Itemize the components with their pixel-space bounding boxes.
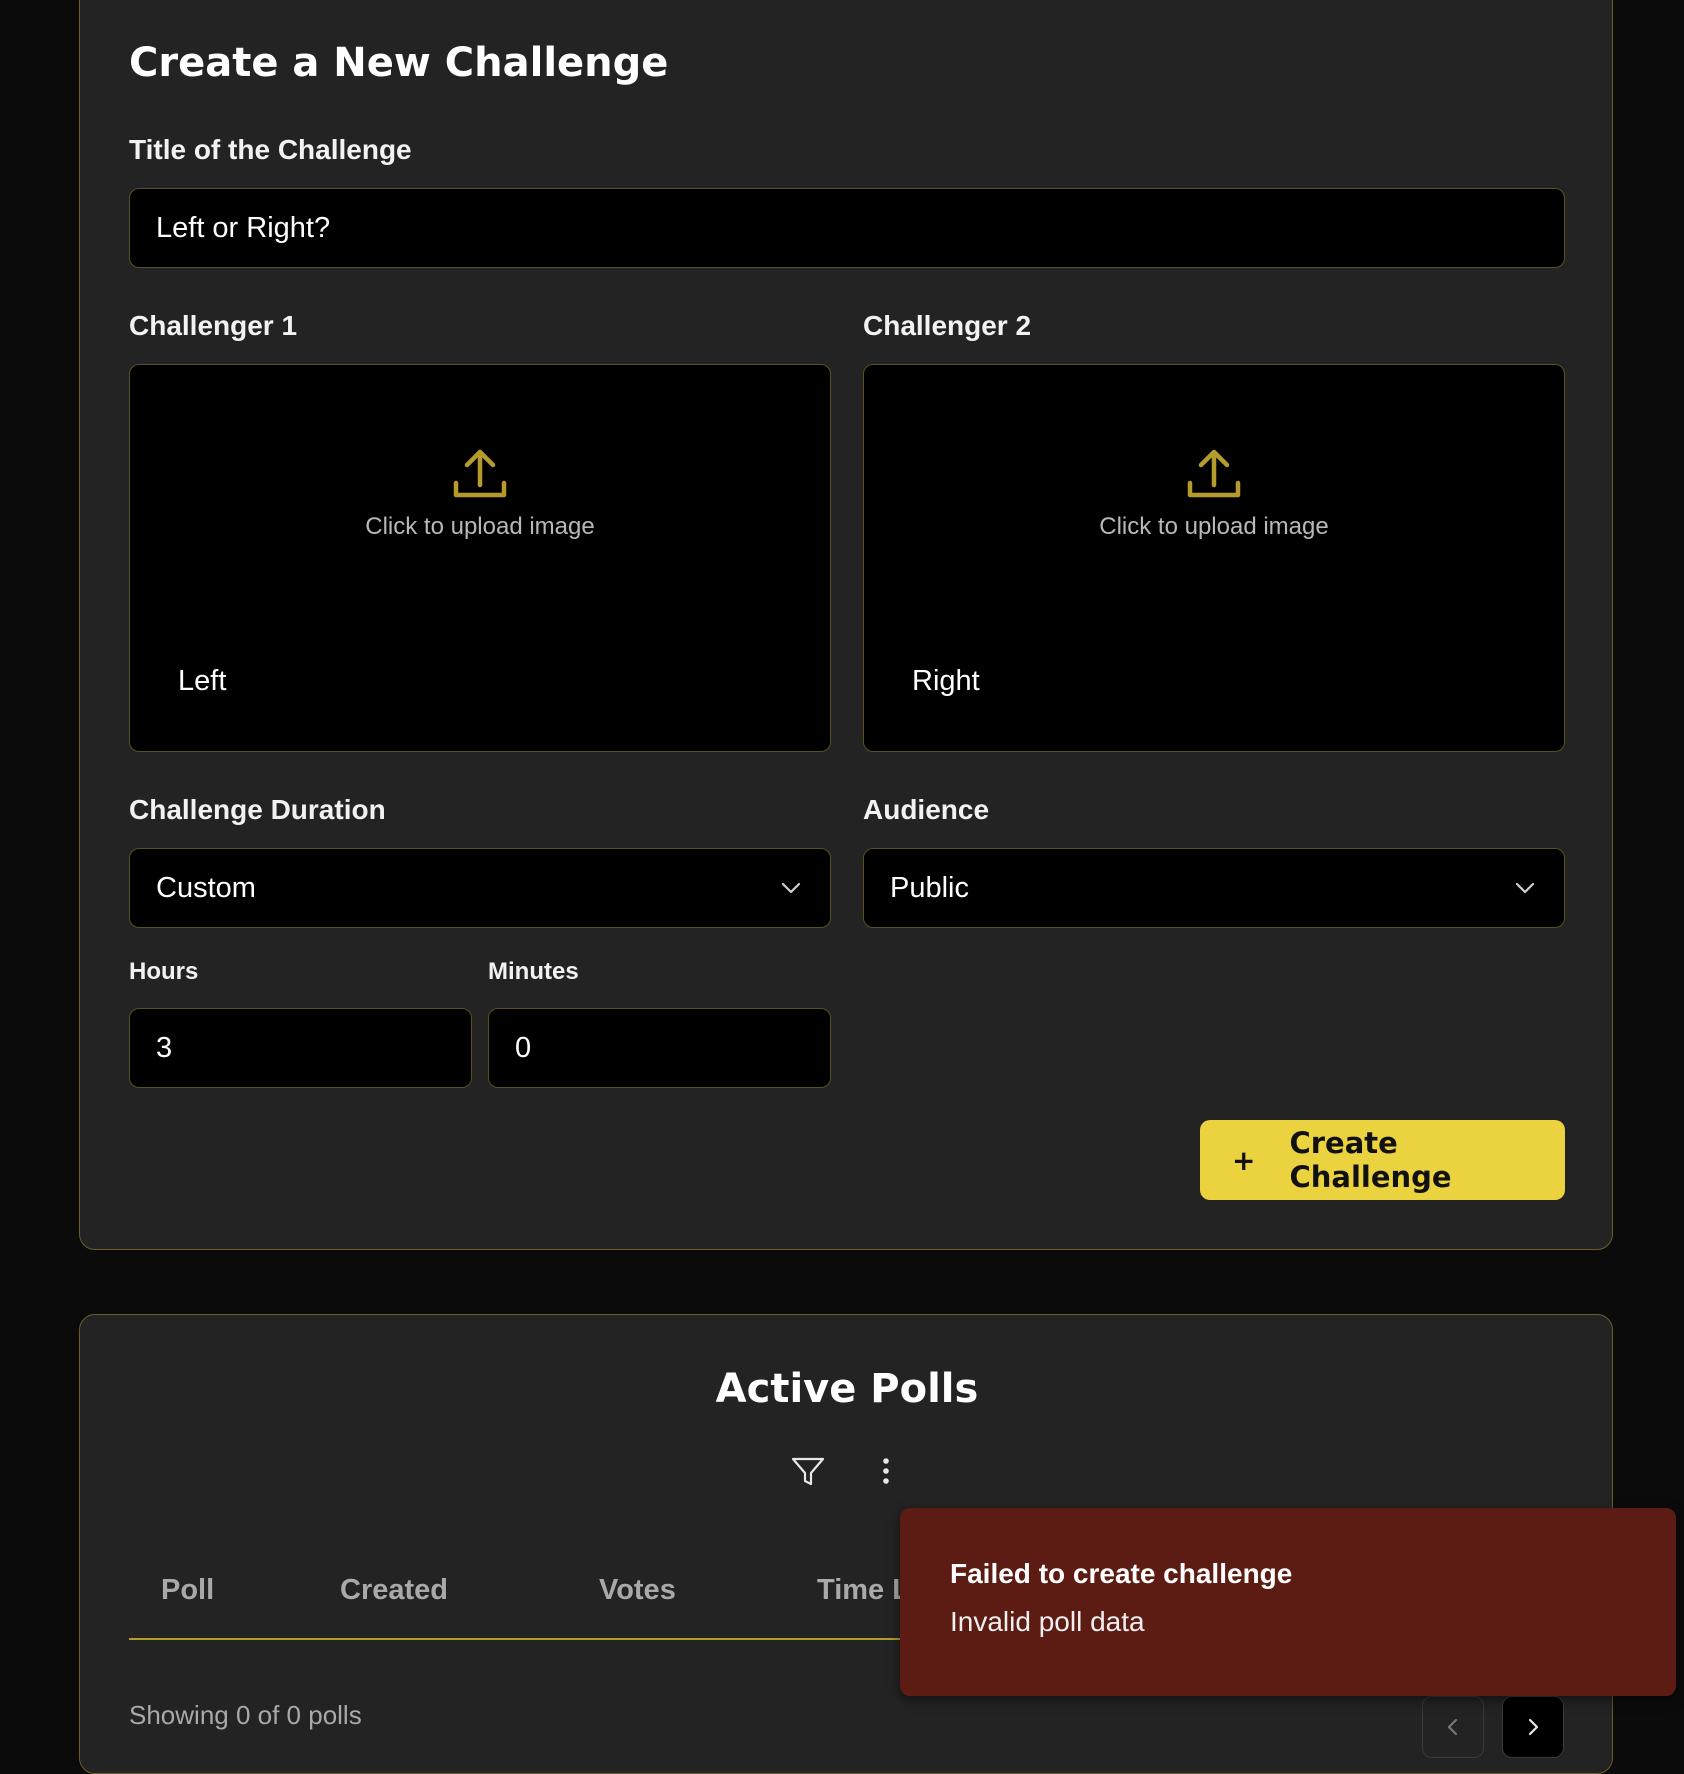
upload-hint: Click to upload image [1099, 513, 1329, 540]
column-header-votes[interactable]: Votes [599, 1574, 676, 1607]
hours-label: Hours [129, 958, 199, 985]
next-page-button[interactable] [1502, 1696, 1564, 1758]
upload-hint: Click to upload image [365, 513, 595, 540]
chevron-down-icon [1515, 882, 1535, 894]
chevron-right-icon [1528, 1718, 1539, 1736]
plus-icon: + [1232, 1143, 1256, 1177]
column-header-poll[interactable]: Poll [161, 1574, 214, 1607]
challenger2-name: Right [912, 665, 980, 697]
hours-input[interactable]: 3 [129, 1008, 472, 1088]
challenger2-upload[interactable]: Click to upload image Right [863, 364, 1565, 752]
upload-icon [453, 449, 507, 498]
challenger1-label: Challenger 1 [129, 310, 298, 341]
title-input-value: Left or Right? [156, 211, 331, 244]
audience-select-value: Public [890, 871, 969, 904]
active-polls-heading: Active Polls [715, 1366, 979, 1412]
create-challenge-heading: Create a New Challenge [129, 40, 669, 86]
minutes-label: Minutes [488, 958, 579, 985]
challenger1-name: Left [178, 665, 227, 697]
minutes-input-value: 0 [515, 1031, 532, 1064]
audience-select[interactable]: Public [863, 848, 1565, 928]
title-input[interactable]: Left or Right? [129, 188, 1565, 268]
audience-label: Audience [863, 794, 990, 825]
title-label: Title of the Challenge [129, 134, 412, 165]
toast-title: Failed to create challenge [950, 1558, 1293, 1589]
duration-label: Challenge Duration [129, 794, 386, 825]
filter-icon[interactable] [790, 1456, 826, 1488]
error-toast[interactable]: Failed to create challenge Invalid poll … [900, 1508, 1676, 1696]
upload-icon [1187, 449, 1241, 498]
duration-select-value: Custom [156, 871, 256, 904]
column-header-created[interactable]: Created [340, 1574, 448, 1607]
hours-input-value: 3 [156, 1031, 173, 1064]
column-header-time-left[interactable]: Time L [817, 1574, 910, 1607]
showing-count: Showing 0 of 0 polls [129, 1700, 362, 1730]
create-challenge-button-label: Create Challenge [1289, 1126, 1452, 1194]
more-vertical-icon[interactable] [876, 1456, 896, 1488]
toast-description: Invalid poll data [950, 1606, 1145, 1637]
minutes-input[interactable]: 0 [488, 1008, 831, 1088]
chevron-down-icon [781, 882, 801, 894]
challenger1-upload[interactable]: Click to upload image Left [129, 364, 831, 752]
chevron-left-icon [1447, 1718, 1458, 1736]
duration-select[interactable]: Custom [129, 848, 831, 928]
create-challenge-button[interactable]: + Create Challenge [1200, 1120, 1565, 1200]
challenger2-label: Challenger 2 [863, 310, 1032, 341]
prev-page-button[interactable] [1422, 1696, 1484, 1758]
